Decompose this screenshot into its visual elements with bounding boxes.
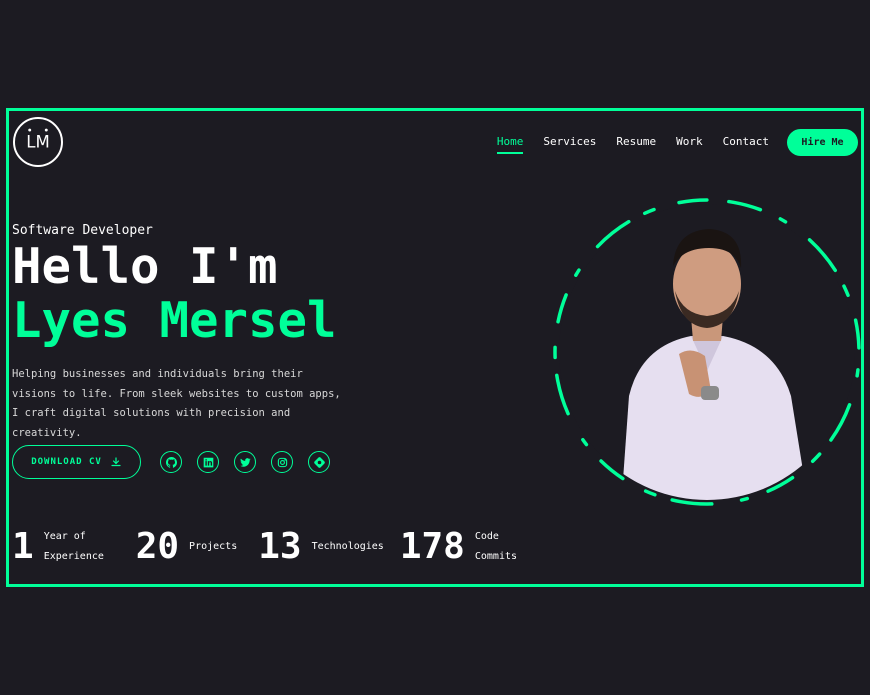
social-links (160, 451, 330, 473)
main-nav: Home Services Resume Work Contact (496, 135, 769, 154)
hashnode-link[interactable] (308, 451, 330, 473)
stat-projects: 20 Projects (136, 525, 238, 569)
stat-number: 1 (12, 526, 34, 567)
linkedin-icon (203, 457, 213, 467)
stat-label: Year of Experience (43, 531, 104, 562)
instagram-icon (277, 457, 287, 467)
profile-photo-image (553, 198, 861, 506)
github-link[interactable] (160, 451, 182, 473)
nav-contact[interactable]: Contact (723, 135, 769, 154)
download-icon (111, 457, 121, 467)
role-text: Software Developer (12, 223, 153, 238)
nav-resume[interactable]: Resume (616, 135, 656, 154)
nav-work[interactable]: Work (676, 135, 703, 154)
greeting-heading: Hello I'm (12, 238, 278, 295)
stat-number: 20 (135, 526, 180, 567)
profile-photo (551, 196, 863, 508)
hashnode-icon (313, 456, 325, 468)
download-cv-label: DOWNLOAD CV (31, 457, 102, 467)
nav-home[interactable]: Home (496, 135, 523, 154)
hire-me-button[interactable]: Hire Me (787, 129, 858, 156)
stat-number: 178 (399, 526, 465, 567)
instagram-link[interactable] (271, 451, 293, 473)
svg-text:LM: LM (26, 133, 50, 152)
stat-label: Projects (189, 541, 238, 552)
stat-technologies: 13 Technologies (258, 525, 384, 569)
page-frame: LM Home Services Resume Work Contact Hir… (6, 108, 864, 587)
stat-label: Technologies (311, 541, 384, 552)
twitter-link[interactable] (234, 451, 256, 473)
nav-services[interactable]: Services (543, 135, 596, 154)
logo-icon: LM (26, 128, 50, 152)
twitter-icon (239, 457, 251, 467)
stats-row: 1 Year of Experience 20 Projects 13 Tech… (12, 525, 523, 569)
stat-commits: 178 Code Commits (400, 525, 523, 569)
hero-description: Helping businesses and individuals bring… (12, 368, 341, 439)
linkedin-link[interactable] (197, 451, 219, 473)
name-heading: Lyes Mersel (12, 292, 337, 349)
stat-experience: 1 Year of Experience (12, 525, 114, 569)
stat-label: Code Commits (474, 531, 518, 562)
download-cv-button[interactable]: DOWNLOAD CV (12, 445, 141, 479)
github-icon (165, 456, 177, 468)
logo[interactable]: LM (13, 117, 63, 167)
stat-number: 13 (258, 526, 302, 567)
